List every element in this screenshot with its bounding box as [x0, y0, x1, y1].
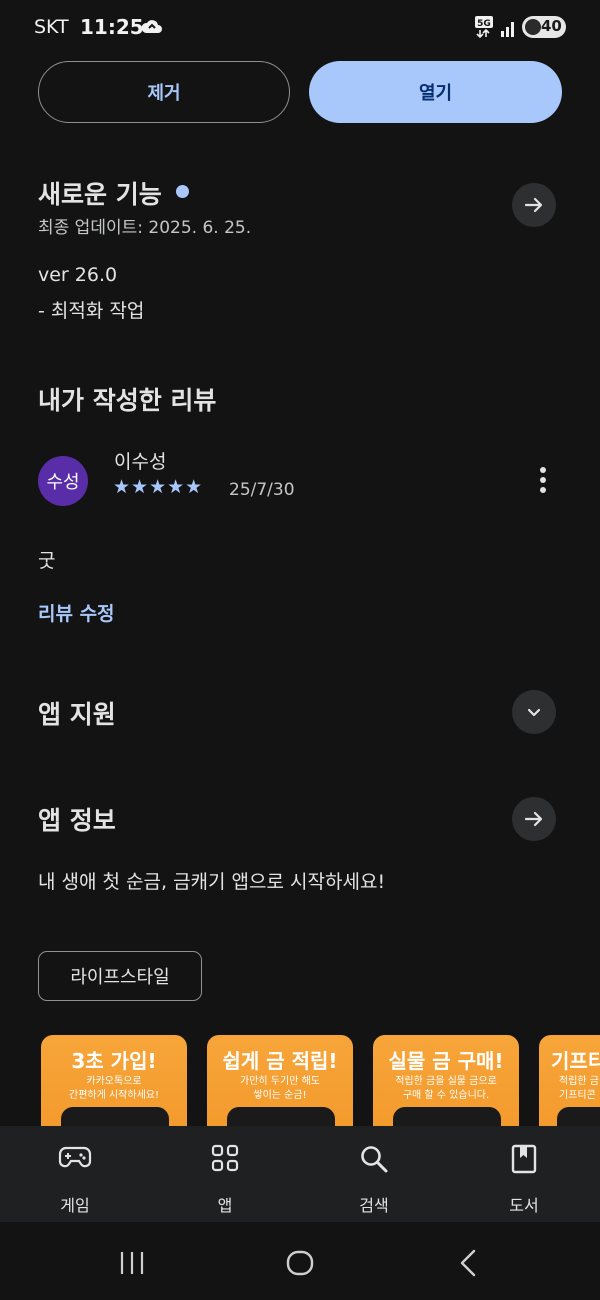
- screenshot-card[interactable]: 실물 금 구매! 적립한 금을 실물 금으로 구매 할 수 있습니다.: [373, 1035, 519, 1130]
- more-options-icon[interactable]: [532, 464, 554, 496]
- screenshot-card[interactable]: 3초 가입! 카카오톡으로 간편하게 시작하세요!: [41, 1035, 187, 1130]
- nav-label: 도서: [509, 1196, 539, 1215]
- screenshot-caption: 카카오톡으로 간편하게 시작하세요!: [69, 1076, 159, 1101]
- release-note-text: - 최적화 작업: [38, 300, 145, 322]
- app-support-expand-button[interactable]: [512, 690, 556, 734]
- screenshot-caption: 가만히 두기만 해도 쌓이는 순금!: [240, 1076, 320, 1101]
- screenshot-caption: 적립한 금 기프티콘: [559, 1076, 599, 1101]
- arrow-right-icon: [524, 811, 543, 827]
- nav-search[interactable]: 검색: [324, 1126, 424, 1222]
- bottom-navigation: 게임 앱 검색 도서: [0, 1126, 600, 1222]
- new-indicator-dot: [176, 185, 189, 198]
- home-icon[interactable]: [285, 1248, 315, 1282]
- chevron-down-icon: [527, 708, 541, 717]
- screenshot-title: 3초 가입!: [71, 1049, 157, 1073]
- last-updated-text: 최종 업데이트: 2025. 6. 25.: [38, 218, 252, 238]
- search-icon: [359, 1144, 389, 1178]
- screenshot-caption: 적립한 금을 실물 금으로 구매 할 수 있습니다.: [395, 1076, 497, 1101]
- app-info-arrow-button[interactable]: [512, 797, 556, 841]
- status-bar: SKT 11:25 5G 40: [0, 0, 600, 56]
- nav-label: 검색: [359, 1196, 389, 1215]
- nav-books[interactable]: 도서: [474, 1126, 574, 1222]
- book-icon: [511, 1144, 537, 1178]
- battery-level: 40: [541, 17, 562, 35]
- version-text: ver 26.0: [38, 264, 118, 286]
- signal-5g-icon: 5G: [474, 15, 518, 43]
- nav-games[interactable]: 게임: [25, 1126, 125, 1222]
- open-button[interactable]: 열기: [309, 61, 562, 123]
- review-date: 25/7/30: [229, 480, 295, 500]
- whats-new-title: 새로운 기능: [38, 180, 162, 209]
- screenshot-title: 실물 금 구매!: [388, 1049, 504, 1073]
- remove-button[interactable]: 제거: [38, 61, 290, 123]
- review-text: 굿: [38, 550, 56, 572]
- edit-review-link[interactable]: 리뷰 수정: [38, 599, 115, 626]
- avatar: 수성: [38, 456, 88, 506]
- carrier-label: SKT: [34, 16, 69, 38]
- app-info-title: 앱 정보: [38, 806, 116, 835]
- network-label: 5G: [477, 19, 491, 29]
- reviewer-name: 이수성: [114, 451, 167, 473]
- my-review-title: 내가 작성한 리뷰: [38, 386, 217, 415]
- cloud-sync-icon: [140, 16, 164, 42]
- nav-label: 앱: [217, 1196, 233, 1215]
- back-icon[interactable]: [456, 1248, 480, 1282]
- status-time: 11:25: [80, 15, 144, 39]
- apps-grid-icon: [211, 1144, 239, 1176]
- recent-apps-icon[interactable]: [118, 1248, 146, 1282]
- nav-apps[interactable]: 앱: [175, 1126, 275, 1222]
- battery-indicator: 40: [522, 16, 566, 38]
- star-rating: ★★★★★: [113, 476, 204, 498]
- arrow-right-icon: [524, 197, 543, 213]
- screenshot-card[interactable]: 쉽게 금 적립! 가만히 두기만 해도 쌓이는 순금!: [207, 1035, 353, 1130]
- power-saving-icon: [525, 19, 541, 35]
- whats-new-arrow-button[interactable]: [512, 183, 556, 227]
- app-support-title[interactable]: 앱 지원: [38, 695, 116, 731]
- gamepad-icon: [58, 1144, 92, 1174]
- screenshot-title: 기프티: [551, 1049, 600, 1073]
- app-description: 내 생애 첫 순금, 금캐기 앱으로 시작하세요!: [38, 871, 386, 893]
- avatar-text: 수성: [46, 472, 80, 493]
- screenshot-title: 쉽게 금 적립!: [222, 1049, 338, 1073]
- screenshot-card[interactable]: 기프티 적립한 금 기프티콘: [539, 1035, 600, 1130]
- nav-label: 게임: [60, 1196, 90, 1215]
- category-chip[interactable]: 라이프스타일: [38, 951, 202, 1001]
- system-navigation-bar: [0, 1222, 600, 1300]
